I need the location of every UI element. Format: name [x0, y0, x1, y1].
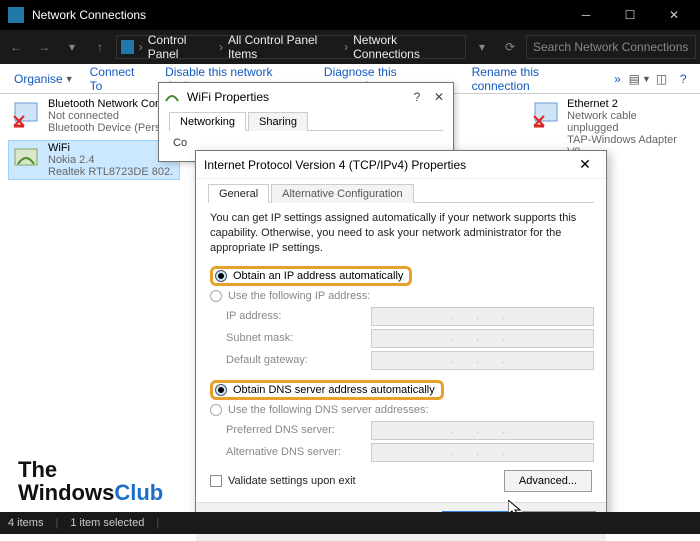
connect-to-button[interactable]: Connect To: [82, 65, 157, 93]
breadcrumb[interactable]: Control Panel: [144, 33, 218, 61]
address-bar[interactable]: › Control Panel › All Control Panel Item…: [116, 35, 466, 59]
maximize-button[interactable]: ☐: [608, 0, 652, 30]
radio-icon: [210, 404, 222, 416]
connection-status: Nokia 2.4: [48, 154, 173, 166]
dialog-title: Internet Protocol Version 4 (TCP/IPv4) P…: [204, 158, 466, 172]
view-options-button[interactable]: ▤▼: [629, 68, 651, 90]
connection-device: Bluetooth Device (Pers: [48, 122, 161, 134]
checkbox-icon: [210, 475, 222, 487]
default-gateway-label: Default gateway:: [226, 354, 371, 366]
window-icon: [8, 7, 24, 23]
address-dropdown[interactable]: ▾: [470, 35, 494, 59]
connection-status: Network cable unplugged: [567, 110, 690, 134]
description-text: You can get IP settings assigned automat…: [210, 211, 592, 256]
forward-button[interactable]: →: [32, 35, 56, 59]
radio-use-following-dns[interactable]: Use the following DNS server addresses:: [208, 402, 594, 418]
ip-address-input: . . .: [371, 307, 594, 326]
organise-menu[interactable]: Organise▼: [6, 72, 82, 86]
connection-name: WiFi: [48, 142, 173, 154]
close-icon[interactable]: ✕: [431, 89, 447, 105]
network-icon: [121, 40, 134, 54]
connection-item-wifi[interactable]: WiFi Nokia 2.4 Realtek RTL8723DE 802.: [8, 140, 180, 180]
ipv4-properties-dialog: Internet Protocol Version 4 (TCP/IPv4) P…: [195, 150, 607, 518]
dialog-title: WiFi Properties: [187, 90, 269, 104]
search-placeholder: Search Network Connections: [533, 40, 688, 54]
wifi-signal-icon: [165, 90, 181, 104]
help-icon[interactable]: ?: [409, 89, 425, 105]
connection-item-bluetooth[interactable]: Bluetooth Network Con Not connected Blue…: [10, 98, 170, 134]
highlight-obtain-ip: Obtain an IP address automatically: [210, 266, 412, 286]
chevron-down-icon: ▼: [65, 74, 74, 84]
toolbar-overflow[interactable]: »: [606, 72, 629, 86]
status-item-count: 4 items: [8, 517, 43, 529]
ethernet-icon: [530, 98, 563, 132]
validate-checkbox[interactable]: Validate settings upon exit: [210, 475, 356, 487]
connection-name: Ethernet 2: [567, 98, 690, 110]
advanced-button[interactable]: Advanced...: [504, 470, 592, 492]
breadcrumb[interactable]: Network Connections: [349, 33, 461, 61]
tab-networking[interactable]: Networking: [169, 112, 246, 131]
connection-status: Not connected: [48, 110, 161, 122]
bluetooth-icon: [10, 98, 44, 132]
tab-sharing[interactable]: Sharing: [248, 112, 308, 131]
history-dropdown[interactable]: ▾: [60, 35, 84, 59]
close-button[interactable]: ✕: [652, 0, 696, 30]
connection-item-ethernet2[interactable]: Ethernet 2 Network cable unplugged TAP-W…: [530, 98, 690, 158]
radio-icon: [210, 290, 222, 302]
subnet-mask-input: . . .: [371, 329, 594, 348]
breadcrumb[interactable]: All Control Panel Items: [224, 33, 343, 61]
wifi-icon: [10, 142, 44, 176]
alternative-dns-label: Alternative DNS server:: [226, 446, 371, 458]
watermark-logo: The WindowsClub: [18, 458, 163, 504]
close-icon[interactable]: ✕: [572, 152, 598, 178]
radio-obtain-dns-auto[interactable]: Obtain DNS server address automatically: [208, 378, 594, 402]
subnet-mask-label: Subnet mask:: [226, 332, 371, 344]
title-bar: Network Connections ─ ☐ ✕: [0, 0, 700, 30]
radio-obtain-ip-auto[interactable]: Obtain an IP address automatically: [208, 264, 594, 288]
ip-address-label: IP address:: [226, 310, 371, 322]
status-bar: 4 items | 1 item selected |: [0, 512, 700, 534]
tab-general[interactable]: General: [208, 184, 269, 203]
radio-icon: [215, 384, 227, 396]
minimize-button[interactable]: ─: [564, 0, 608, 30]
refresh-button[interactable]: ⟳: [498, 35, 522, 59]
checkbox-label: Validate settings upon exit: [228, 475, 356, 487]
connection-device: Realtek RTL8723DE 802.: [48, 166, 173, 178]
connection-name: Bluetooth Network Con: [48, 98, 161, 110]
alternative-dns-input: . . .: [371, 443, 594, 462]
radio-icon: [215, 270, 227, 282]
search-input[interactable]: Search Network Connections: [526, 35, 696, 59]
preferred-dns-input: . . .: [371, 421, 594, 440]
radio-label: Use the following IP address:: [228, 290, 370, 302]
tab-alternative-configuration[interactable]: Alternative Configuration: [271, 184, 413, 203]
nav-bar: ← → ▾ ↑ › Control Panel › All Control Pa…: [0, 30, 700, 64]
back-button[interactable]: ←: [4, 35, 28, 59]
help-button[interactable]: ?: [672, 68, 694, 90]
radio-label: Obtain an IP address automatically: [233, 270, 403, 282]
up-button[interactable]: ↑: [88, 35, 112, 59]
radio-label: Obtain DNS server address automatically: [233, 384, 435, 396]
status-selection-count: 1 item selected: [70, 517, 144, 529]
default-gateway-input: . . .: [371, 351, 594, 370]
radio-use-following-ip[interactable]: Use the following IP address:: [208, 288, 594, 304]
highlight-obtain-dns: Obtain DNS server address automatically: [210, 380, 444, 400]
rename-button[interactable]: Rename this connection: [464, 65, 606, 93]
preferred-dns-label: Preferred DNS server:: [226, 424, 371, 436]
window-title: Network Connections: [32, 8, 564, 22]
radio-label: Use the following DNS server addresses:: [228, 404, 429, 416]
preview-pane-button[interactable]: ◫: [651, 68, 673, 90]
